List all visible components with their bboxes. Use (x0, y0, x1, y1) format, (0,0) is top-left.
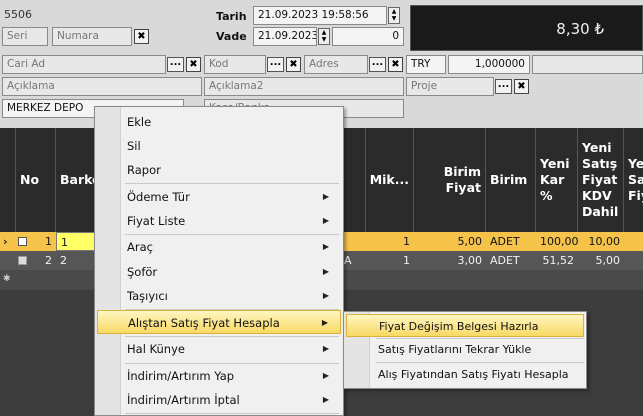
menu-item-hal-kunye[interactable]: Hal Künye ▶ (97, 337, 341, 361)
numara-clear-icon[interactable]: ✖ (134, 29, 149, 44)
menu-item-sil[interactable]: Sil (97, 134, 341, 158)
submenu-item-label: Satış Fiyatlarını Tekrar Yükle (378, 343, 532, 356)
row-satis-fiyat[interactable]: 5,00 (578, 251, 624, 270)
vade-days-input[interactable]: 0 (332, 27, 404, 46)
aciklama-field[interactable]: Açıklama (2, 77, 202, 96)
vade-input[interactable]: 21.09.2023 (253, 27, 317, 46)
aciklama2-field[interactable]: Açıklama2 (204, 77, 404, 96)
menu-item-label: Ödeme Tür (127, 190, 190, 204)
menu-item-ekle[interactable]: Ekle (97, 110, 341, 134)
menu-item-label: Şoför (127, 265, 158, 279)
cari-ad-clear-icon[interactable]: ✖ (186, 57, 201, 72)
menu-item-indirim-artirim-iptal[interactable]: İndirim/Artırım İptal ▶ (97, 388, 341, 412)
submenu-arrow-icon: ▶ (322, 291, 329, 300)
menu-item-indirim-artirim-yap[interactable]: İndirim/Artırım Yap ▶ (97, 364, 341, 388)
menu-item-label: Fiyat Liste (127, 214, 186, 228)
menu-item-label: Alıştan Satış Fiyat Hesapla (128, 316, 280, 330)
col-header-birim[interactable]: Birim (486, 128, 536, 232)
row-birim-fiyat[interactable]: 5,00 (414, 232, 486, 251)
tarih-label: Tarih (216, 10, 247, 23)
submenu-item-label: Alış Fiyatından Satış Fiyatı Hesapla (378, 368, 569, 381)
menu-item-fiyat-liste[interactable]: Fiyat Liste ▶ (97, 209, 341, 233)
row-kar[interactable]: 100,00 (536, 232, 578, 251)
tarih-spinner-icon[interactable]: ▲ ▼ (388, 7, 400, 24)
menu-item-label: Hal Künye (127, 342, 185, 356)
menu-separator (125, 183, 339, 184)
vade-label: Vade (216, 30, 247, 43)
menu-item-alistan-satis-fiyat-hesapla[interactable]: Alıştan Satış Fiyat Hesapla ▶ (97, 310, 341, 334)
submenu-arrow-icon: ▶ (321, 318, 328, 327)
proje-clear-icon[interactable]: ✖ (514, 79, 529, 94)
row-satis-fiyat[interactable]: 10,00 (578, 232, 624, 251)
row-miktar[interactable]: 1 (366, 232, 414, 251)
menu-separator (125, 413, 339, 414)
submenu-arrow-icon: ▶ (322, 216, 329, 225)
kod-field[interactable]: Kod (204, 55, 266, 74)
row-no: 2 (45, 254, 52, 267)
row-no: 1 (45, 235, 52, 248)
total-amount: 8,30 ₺ (556, 20, 604, 38)
menu-item-rapor[interactable]: Rapor (97, 158, 341, 182)
submenu-arrow-icon: ▶ (322, 242, 329, 251)
context-menu: Ekle Sil Rapor Ödeme Tür ▶ Fiyat Liste ▶ A… (94, 106, 344, 416)
exchange-rate-field[interactable]: 1,000000 (448, 55, 530, 74)
proje-field[interactable]: Proje (406, 77, 494, 96)
expand-row-icon[interactable] (16, 232, 30, 251)
menu-item-label: İndirim/Artırım Yap (127, 369, 235, 383)
expand-row-icon[interactable] (16, 251, 30, 270)
cari-ad-field[interactable]: Cari Ad (2, 55, 166, 74)
row-kar[interactable]: 51,52 (536, 251, 578, 270)
new-row-icon: ✱ (3, 274, 11, 284)
tarih-input[interactable]: 21.09.2023 19:58:56 (253, 6, 387, 25)
total-display: 8,30 ₺ (410, 5, 643, 51)
submenu-item-satis-fiyatlari-yukle[interactable]: Satış Fiyatlarını Tekrar Yükle (346, 338, 584, 361)
menu-item-label: Rapor (127, 163, 161, 177)
submenu-alistan-satis: Fiyat Değişim Belgesi Hazırla Satış Fiya… (343, 311, 587, 389)
submenu-arrow-icon: ▶ (322, 395, 329, 404)
empty-field (532, 55, 643, 74)
numara-field[interactable]: Numara (52, 27, 132, 46)
row-miktar[interactable]: 1 (366, 251, 414, 270)
col-header-extra[interactable]: Ye Sa Fiy (624, 128, 643, 232)
menu-item-sofor[interactable]: Şoför ▶ (97, 260, 341, 284)
adres-field[interactable]: Adres (304, 55, 368, 74)
row-indicator-header (0, 128, 16, 232)
seri-field[interactable]: Seri (2, 27, 48, 46)
kod-clear-icon[interactable]: ✖ (286, 57, 301, 72)
menu-item-label: Ekle (127, 115, 152, 129)
kod-browse-button[interactable]: ... (267, 57, 284, 72)
current-row-icon: › (3, 235, 8, 248)
barkod-cell-editor[interactable]: 1 (56, 232, 96, 251)
menu-item-arac[interactable]: Araç ▶ (97, 235, 341, 259)
submenu-arrow-icon: ▶ (322, 192, 329, 201)
menu-item-label: Araç (127, 240, 153, 254)
submenu-item-label: Fiyat Değişim Belgesi Hazırla (379, 320, 539, 333)
menu-item-odeme-tur[interactable]: Ödeme Tür ▶ (97, 185, 341, 209)
col-header-yeni-kar[interactable]: Yeni Kar % (536, 128, 578, 232)
submenu-item-alis-fiyatindan-hesapla[interactable]: Alış Fiyatından Satış Fiyatı Hesapla (346, 363, 584, 386)
menu-item-label: İndirim/Artırım İptal (127, 393, 240, 407)
row-birim-fiyat[interactable]: 3,00 (414, 251, 486, 270)
menu-item-tasiyici[interactable]: Taşıyıcı ▶ (97, 284, 341, 308)
submenu-item-fiyat-degisim-belgesi[interactable]: Fiyat Değişim Belgesi Hazırla (346, 314, 584, 337)
cari-ad-browse-button[interactable]: ... (167, 57, 184, 72)
currency-field[interactable]: TRY (406, 55, 446, 74)
row-birim[interactable]: ADET (486, 232, 536, 251)
submenu-arrow-icon: ▶ (322, 344, 329, 353)
document-number: 5506 (4, 8, 32, 21)
adres-clear-icon[interactable]: ✖ (388, 57, 403, 72)
adres-browse-button[interactable]: ... (369, 57, 386, 72)
col-header-no[interactable]: No (16, 128, 56, 232)
submenu-arrow-icon: ▶ (322, 267, 329, 276)
row-barkod[interactable]: 2 (56, 251, 96, 270)
menu-item-label: Sil (127, 139, 141, 153)
row-birim[interactable]: ADET (486, 251, 536, 270)
submenu-arrow-icon: ▶ (322, 371, 329, 380)
col-header-birim-fiyat[interactable]: Birim Fiyat (414, 128, 486, 232)
proje-browse-button[interactable]: ... (495, 79, 512, 94)
col-header-yeni-satis-fiyat[interactable]: Yeni Satış Fiyat KDV Dahil (578, 128, 624, 232)
col-header-miktar[interactable]: Mik... (366, 128, 414, 232)
vade-spinner-icon[interactable]: ▲ ▼ (318, 28, 330, 45)
menu-item-label: Taşıyıcı (127, 289, 168, 303)
